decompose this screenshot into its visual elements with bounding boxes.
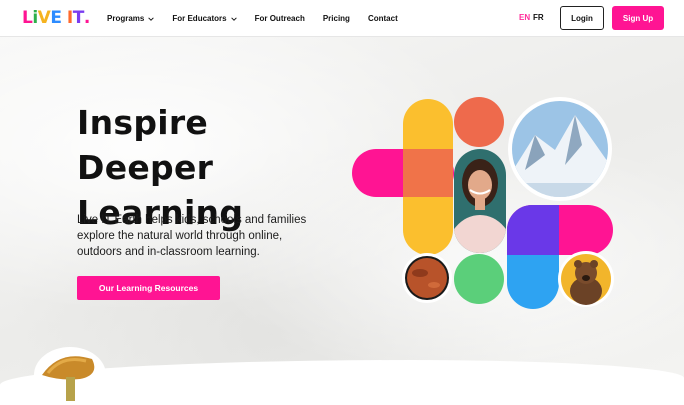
nav-item-label: For Educators bbox=[172, 14, 227, 23]
logo-letter: T bbox=[72, 8, 85, 28]
purple-overlap-shape bbox=[507, 205, 559, 255]
mars-planet-image bbox=[402, 253, 452, 303]
snowy-mountain-image bbox=[508, 97, 612, 201]
hero-title-line-1: Inspire Deeper bbox=[77, 103, 214, 187]
nav-item-for-educators[interactable]: For Educators bbox=[172, 14, 237, 23]
logo-letter: . bbox=[83, 8, 90, 28]
coral-circle-shape bbox=[454, 97, 504, 147]
learning-resources-button[interactable]: Our Learning Resources bbox=[77, 276, 220, 300]
overlap-shape bbox=[403, 149, 453, 197]
nav-item-contact[interactable]: Contact bbox=[368, 14, 398, 23]
logo-letter: V bbox=[37, 8, 51, 28]
nav-item-label: Pricing bbox=[322, 14, 350, 23]
nav-item-label: For Outreach bbox=[254, 14, 305, 23]
nav-item-programs[interactable]: Programs bbox=[107, 14, 155, 23]
live-it-logo[interactable]: LiVE IT. bbox=[22, 8, 90, 28]
language-en-link[interactable]: EN bbox=[519, 13, 530, 22]
navbar: LiVE IT. Programs For Educators For Outrea… bbox=[0, 0, 684, 37]
hero-collage bbox=[352, 97, 614, 309]
grizzly-bear-image bbox=[558, 251, 614, 307]
nav-item-label: Contact bbox=[367, 14, 398, 23]
logo-letter: L bbox=[22, 8, 33, 28]
green-circle-shape bbox=[454, 254, 504, 304]
signup-button[interactable]: Sign Up bbox=[612, 6, 664, 30]
chevron-down-icon bbox=[230, 16, 237, 21]
hero-description: Live IT Earth helps kids, schools and fa… bbox=[77, 214, 307, 258]
login-button[interactable]: Login bbox=[560, 6, 604, 30]
logo-letter: E bbox=[50, 8, 62, 28]
nav-item-for-outreach[interactable]: For Outreach bbox=[255, 14, 305, 23]
chevron-down-icon bbox=[148, 16, 155, 21]
nav-item-label: Programs bbox=[107, 14, 145, 23]
language-fr-link[interactable]: FR bbox=[533, 13, 544, 22]
mushroom-image bbox=[34, 347, 106, 403]
nav-item-pricing[interactable]: Pricing bbox=[323, 14, 350, 23]
main-nav-menu: Programs For Educators For Outreach Pricing… bbox=[107, 0, 416, 37]
